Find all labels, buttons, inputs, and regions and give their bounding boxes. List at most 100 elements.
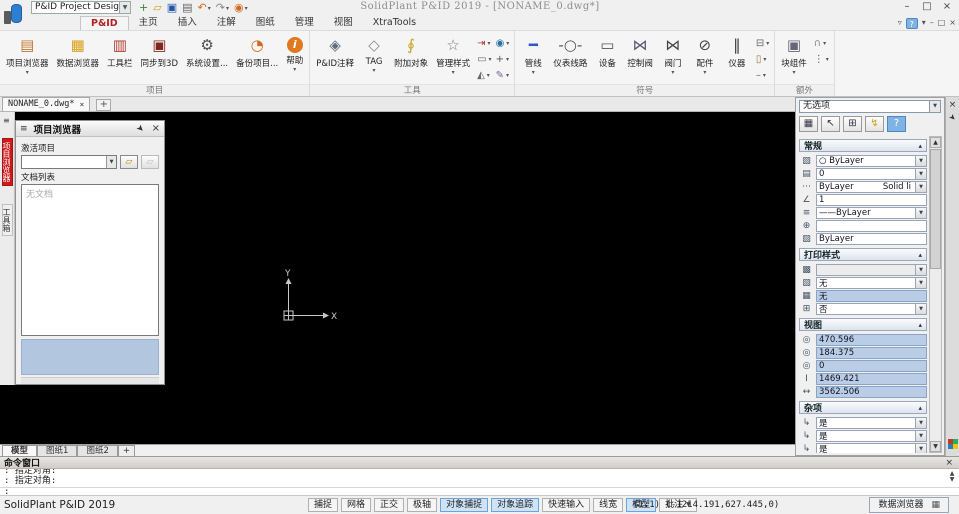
pipeline-button[interactable]: ━管线▾ [517, 32, 549, 84]
pick-cursor-icon[interactable]: ↖ [821, 116, 840, 132]
chevron-down-icon[interactable]: ▼ [915, 182, 926, 192]
chevron-down-icon[interactable]: ▼ [915, 304, 926, 314]
chevron-down-icon[interactable]: ▾ [532, 70, 535, 75]
sidebar-tab-toolbox[interactable]: 工具箱 [2, 204, 13, 236]
chevron-down-icon[interactable]: ▾ [26, 70, 29, 75]
chevron-down-icon[interactable]: ▼ [915, 418, 926, 428]
doc-restore-icon[interactable]: □ [938, 17, 946, 29]
pin-icon[interactable]: ➤ [945, 110, 959, 126]
new-document-icon[interactable]: + [138, 1, 149, 15]
data-browser-button[interactable]: 数据浏览器 ▦ [869, 497, 949, 513]
redo-icon[interactable]: ↷▾ [215, 1, 230, 15]
equipment-button[interactable]: ▭设备 [591, 32, 623, 84]
chevron-down-icon[interactable]: ▾ [506, 40, 509, 47]
ribbon-tab-xtratools[interactable]: XtraTools [363, 16, 426, 30]
collapse-icon[interactable]: ▴ [918, 142, 922, 150]
collapse-icon[interactable]: ▴ [918, 321, 922, 329]
chevron-down-icon[interactable]: ▼ [106, 156, 116, 168]
document-tab[interactable]: NONAME_0.dwg* × [2, 97, 90, 111]
document-list[interactable]: 无文档 [21, 184, 159, 336]
property-field[interactable]: ByLayerSolid li▼ [816, 181, 927, 193]
ribbon-collapse-icon[interactable]: ▿ [898, 17, 902, 29]
chevron-down-icon[interactable]: ▾ [373, 68, 376, 73]
project-browser-button[interactable]: ▤项目浏览器▾ [2, 32, 53, 84]
property-field[interactable]: 1 [816, 194, 927, 206]
toggle-捕捉[interactable]: 捕捉 [308, 498, 338, 512]
close-icon[interactable]: × [946, 100, 959, 110]
toolbox-button[interactable]: ▥工具栏 [103, 32, 137, 84]
chevron-down-icon[interactable]: ▾ [506, 56, 509, 63]
open-project-button[interactable]: ▱ [120, 155, 138, 169]
property-field[interactable]: ▼ [816, 264, 927, 276]
attach-object-button[interactable]: ∮附加对象 [390, 32, 432, 84]
property-field[interactable]: ○ ByLayer▼ [816, 155, 927, 167]
section-header-杂项[interactable]: 杂项▴ [799, 401, 927, 414]
chevron-down-icon[interactable]: ▾ [703, 70, 706, 75]
block-component-button[interactable]: ▣块组件▾ [777, 32, 811, 84]
valve-button[interactable]: ⋈阀门▾ [657, 32, 689, 84]
chevron-down-icon[interactable]: ▾ [671, 70, 674, 75]
minimize-button[interactable]: – [897, 0, 917, 14]
chevron-down-icon[interactable]: ▾ [293, 67, 296, 72]
vertical-scrollbar[interactable]: ▲ ▼ [929, 136, 942, 453]
toggle-极轴[interactable]: 极轴 [407, 498, 437, 512]
collapse-icon[interactable]: ▴ [918, 404, 922, 412]
chevron-down-icon[interactable]: ▾ [489, 56, 492, 63]
ribbon-tab-insert[interactable]: 插入 [168, 16, 207, 30]
spec-break-icon[interactable]: ⊟▾ [755, 36, 770, 51]
active-project-combo[interactable]: ▼ [21, 155, 117, 169]
chevron-down-icon[interactable]: ▼ [915, 278, 926, 288]
save-icon[interactable]: ▣ [166, 1, 178, 15]
chevron-down-icon[interactable]: ▾ [823, 40, 826, 47]
sidebar-tab-project-browser[interactable]: 项目浏览器 [2, 138, 13, 186]
chevron-down-icon[interactable]: ▾ [826, 56, 829, 63]
ribbon-tab-home[interactable]: 主页 [129, 16, 168, 30]
section-header-常规[interactable]: 常规▴ [799, 139, 927, 152]
close-icon[interactable]: × [80, 98, 85, 111]
property-field[interactable]: 是▼ [816, 443, 927, 454]
toggle-快速输入[interactable]: 快速输入 [542, 498, 590, 512]
pid-annotation-button[interactable]: ◈P&ID注释 [312, 32, 358, 84]
collapse-icon[interactable]: ▴ [918, 251, 922, 259]
property-field[interactable] [816, 220, 927, 232]
help-dropdown-icon[interactable]: ▾ [922, 17, 926, 29]
system-settings-button[interactable]: ⚙系统设置... [182, 32, 232, 84]
parachute-icon[interactable]: ∩▾ [813, 36, 830, 51]
ribbon-tab-annotate[interactable]: 注解 [207, 16, 246, 30]
chevron-down-icon[interactable]: ▼ [915, 265, 926, 275]
backup-project-button[interactable]: ◔备份项目... [232, 32, 282, 84]
new-tab-button[interactable]: + [96, 99, 111, 111]
fitting-button[interactable]: ⊘配件▾ [689, 32, 721, 84]
command-window-header[interactable]: 命令窗口 × [0, 457, 959, 469]
quick-properties-icon[interactable]: ↯ [865, 116, 884, 132]
wand-icon[interactable]: ✎▾ [495, 68, 511, 83]
chevron-down-icon[interactable]: ▼ [915, 208, 926, 218]
chevron-down-icon[interactable]: ▾ [793, 70, 796, 75]
chevron-down-icon[interactable]: ▾ [226, 5, 229, 12]
toggle-网格[interactable]: 网格 [341, 498, 371, 512]
select-objects-icon[interactable]: ⊞ [843, 116, 862, 132]
close-icon[interactable]: × [152, 123, 160, 134]
chevron-down-icon[interactable]: ▾ [506, 72, 509, 79]
layout-tab-图纸1[interactable]: 图纸1 [37, 445, 77, 456]
close-icon[interactable]: × [945, 458, 953, 468]
edit-project-button[interactable]: ▱ [141, 155, 159, 169]
close-button[interactable]: × [937, 0, 957, 14]
property-field[interactable]: 是▼ [816, 417, 927, 429]
chevron-down-icon[interactable]: ▾ [763, 56, 766, 63]
project-browser-header[interactable]: ≡ 项目浏览器 ➤ × [16, 121, 164, 137]
scroll-up-icon[interactable]: ▲ [930, 137, 941, 148]
scroll-thumb[interactable] [930, 149, 941, 269]
doc-minimize-icon[interactable]: – [930, 17, 934, 29]
chevron-down-icon[interactable]: ▾ [763, 72, 766, 79]
ribbon-tab-sheet[interactable]: 图纸 [246, 16, 285, 30]
chevron-down-icon[interactable]: ▼ [929, 101, 940, 112]
chevron-down-icon[interactable]: ▼ [915, 156, 926, 166]
command-history[interactable]: : 指定对角:: 指定对角: [0, 469, 959, 487]
layout-tab-图纸2[interactable]: 图纸2 [77, 445, 117, 456]
chevron-down-icon[interactable]: ▾ [766, 40, 769, 47]
ribbon-tab-manage[interactable]: 管理 [285, 16, 324, 30]
chevron-down-icon[interactable]: ▾ [452, 70, 455, 75]
workspace-select[interactable]: P&ID Project Design▼ [31, 1, 131, 14]
instrument-button[interactable]: ‖仪器 [721, 32, 753, 84]
